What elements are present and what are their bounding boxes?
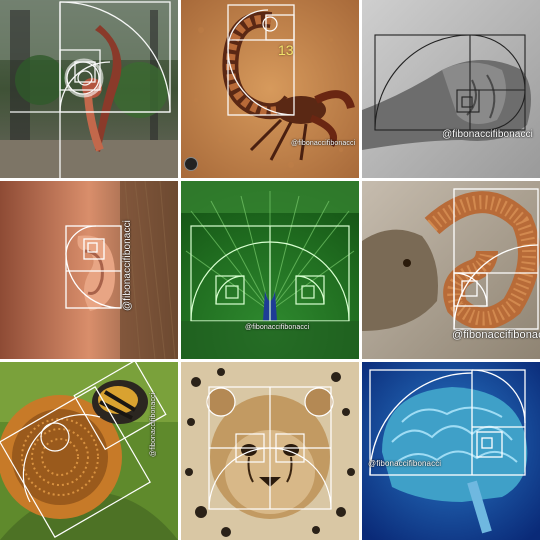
watermark-text: @fibonaccifibonacci: [368, 459, 442, 468]
tile-brain: @fibonaccifibonacci: [362, 362, 540, 540]
tile-yoga-pose: [0, 0, 178, 178]
tile-flower-and-bee: @fibonaccifibonacci: [0, 362, 178, 540]
tile-ear: @fibonaccifibonacci: [0, 181, 178, 359]
fist-photo: [362, 0, 540, 178]
tile-fist: @fibonaccifibonacci: [362, 0, 540, 178]
watermark-text: @fibonaccifibonacci: [245, 324, 310, 331]
fibonacci-collage: 13 @fibonaccifibonacci @fibonaccifibonac…: [0, 0, 540, 540]
tile-cheetah-cub: [181, 362, 359, 540]
cheetah-cub-photo: [181, 362, 359, 540]
instagram-badge-icon: [184, 157, 198, 171]
watermark-text: @fibonaccifibonacci: [150, 392, 157, 457]
yoga-pose-photo: [0, 0, 178, 178]
scorpion-photo: [181, 0, 359, 178]
tile-ram-horn: @fibonaccifibonacci: [362, 181, 540, 359]
watermark-text: @fibonaccifibonacci: [442, 129, 533, 140]
spiral-number: 13: [278, 42, 294, 58]
watermark-text: @fibonaccifibonacci: [291, 140, 356, 147]
peacock-photo: [181, 181, 359, 359]
ear-photo: [0, 181, 178, 359]
tile-peacock: @fibonaccifibonacci: [181, 181, 359, 359]
tile-scorpion: 13 @fibonaccifibonacci: [181, 0, 359, 178]
brain-photo: [362, 362, 540, 540]
watermark-text: @fibonaccifibonacci: [122, 220, 133, 311]
watermark-text: @fibonaccifibonacci: [452, 329, 540, 341]
